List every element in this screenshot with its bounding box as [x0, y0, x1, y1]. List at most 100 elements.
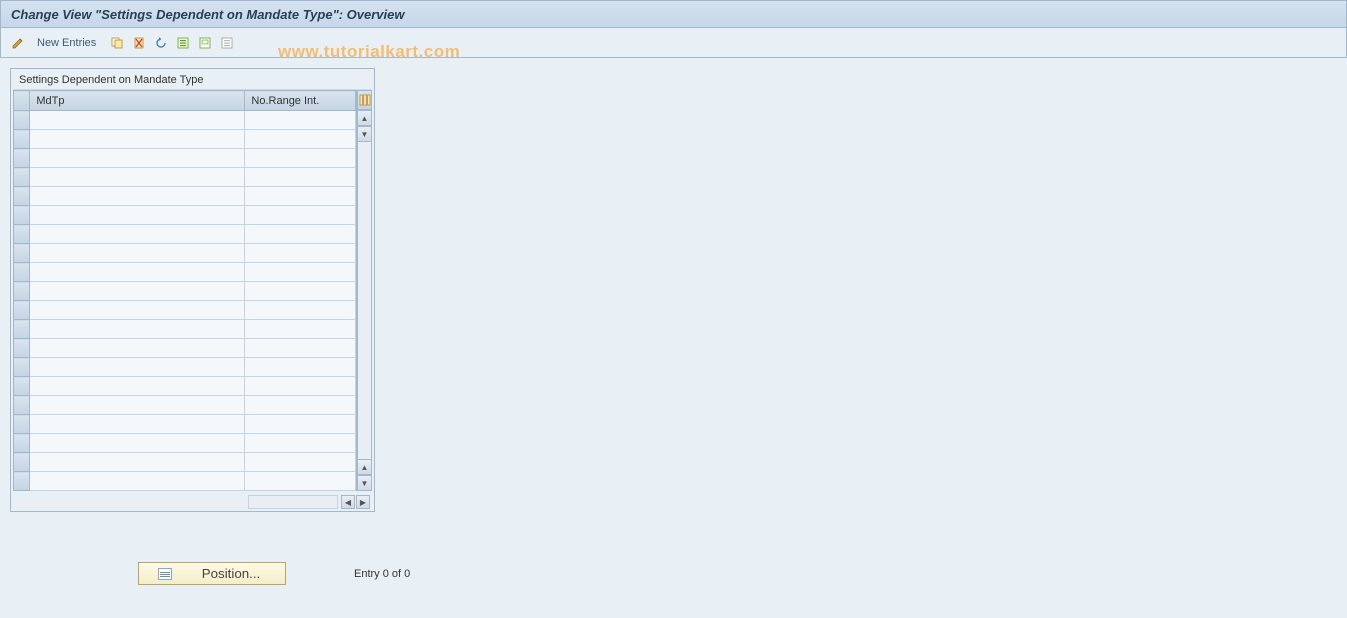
cell-range[interactable] — [245, 453, 356, 472]
cell-mdtp[interactable] — [30, 206, 245, 225]
cell-range[interactable] — [245, 244, 356, 263]
cell-range[interactable] — [245, 377, 356, 396]
table-row[interactable] — [14, 282, 356, 301]
cell-range[interactable] — [245, 320, 356, 339]
cell-range[interactable] — [245, 130, 356, 149]
cell-mdtp[interactable] — [30, 358, 245, 377]
cell-mdtp[interactable] — [30, 396, 245, 415]
cell-mdtp[interactable] — [30, 168, 245, 187]
select-block-icon[interactable] — [196, 34, 214, 52]
row-selector[interactable] — [14, 244, 30, 263]
table-row[interactable] — [14, 149, 356, 168]
row-selector[interactable] — [14, 130, 30, 149]
scroll-up2-icon[interactable]: ▲ — [357, 459, 372, 475]
cell-mdtp[interactable] — [30, 149, 245, 168]
row-selector[interactable] — [14, 434, 30, 453]
copy-as-icon[interactable] — [108, 34, 126, 52]
cell-range[interactable] — [245, 149, 356, 168]
row-selector[interactable] — [14, 149, 30, 168]
cell-range[interactable] — [245, 111, 356, 130]
table-row[interactable] — [14, 415, 356, 434]
row-selector[interactable] — [14, 225, 30, 244]
cell-mdtp[interactable] — [30, 339, 245, 358]
cell-range[interactable] — [245, 434, 356, 453]
table-row[interactable] — [14, 472, 356, 491]
row-selector[interactable] — [14, 453, 30, 472]
table-row[interactable] — [14, 453, 356, 472]
row-selector[interactable] — [14, 377, 30, 396]
undo-icon[interactable] — [152, 34, 170, 52]
select-all-icon[interactable] — [174, 34, 192, 52]
table-row[interactable] — [14, 130, 356, 149]
cell-range[interactable] — [245, 282, 356, 301]
row-selector[interactable] — [14, 206, 30, 225]
cell-mdtp[interactable] — [30, 415, 245, 434]
cell-range[interactable] — [245, 339, 356, 358]
row-selector[interactable] — [14, 339, 30, 358]
cell-mdtp[interactable] — [30, 187, 245, 206]
table-row[interactable] — [14, 320, 356, 339]
scroll-right-icon[interactable]: ▶ — [356, 495, 370, 509]
row-selector[interactable] — [14, 396, 30, 415]
cell-mdtp[interactable] — [30, 472, 245, 491]
row-selector[interactable] — [14, 187, 30, 206]
hscroll-track[interactable] — [248, 495, 338, 509]
scroll-up-icon[interactable]: ▲ — [357, 110, 372, 126]
cell-range[interactable] — [245, 168, 356, 187]
cell-mdtp[interactable] — [30, 377, 245, 396]
cell-mdtp[interactable] — [30, 282, 245, 301]
cell-mdtp[interactable] — [30, 434, 245, 453]
table-row[interactable] — [14, 244, 356, 263]
cell-mdtp[interactable] — [30, 301, 245, 320]
table-row[interactable] — [14, 263, 356, 282]
table-row[interactable] — [14, 225, 356, 244]
table-row[interactable] — [14, 377, 356, 396]
cell-range[interactable] — [245, 301, 356, 320]
table-row[interactable] — [14, 396, 356, 415]
cell-range[interactable] — [245, 187, 356, 206]
cell-range[interactable] — [245, 472, 356, 491]
vertical-scrollbar[interactable]: ▲ ▼ ▲ ▼ — [356, 90, 372, 491]
cell-mdtp[interactable] — [30, 225, 245, 244]
position-button[interactable]: Position... — [138, 562, 286, 585]
table-row[interactable] — [14, 434, 356, 453]
column-header-mdtp[interactable]: MdTp — [30, 91, 245, 111]
row-selector[interactable] — [14, 301, 30, 320]
display-change-toggle-icon[interactable] — [9, 34, 27, 52]
row-selector[interactable] — [14, 282, 30, 301]
row-selector[interactable] — [14, 472, 30, 491]
cell-mdtp[interactable] — [30, 244, 245, 263]
row-selector[interactable] — [14, 415, 30, 434]
table-row[interactable] — [14, 339, 356, 358]
scroll-down2-icon[interactable]: ▼ — [357, 475, 372, 491]
column-header-range[interactable]: No.Range Int. — [245, 91, 356, 111]
cell-range[interactable] — [245, 415, 356, 434]
row-selector[interactable] — [14, 111, 30, 130]
table-row[interactable] — [14, 301, 356, 320]
table-row[interactable] — [14, 187, 356, 206]
cell-mdtp[interactable] — [30, 130, 245, 149]
table-row[interactable] — [14, 206, 356, 225]
cell-mdtp[interactable] — [30, 111, 245, 130]
cell-range[interactable] — [245, 263, 356, 282]
cell-range[interactable] — [245, 225, 356, 244]
deselect-all-icon[interactable] — [218, 34, 236, 52]
row-selector-header[interactable] — [14, 91, 30, 111]
scroll-down-icon[interactable]: ▼ — [357, 126, 372, 142]
table-row[interactable] — [14, 168, 356, 187]
new-entries-button[interactable]: New Entries — [31, 37, 102, 49]
delete-icon[interactable] — [130, 34, 148, 52]
cell-mdtp[interactable] — [30, 453, 245, 472]
cell-mdtp[interactable] — [30, 320, 245, 339]
cell-mdtp[interactable] — [30, 263, 245, 282]
row-selector[interactable] — [14, 358, 30, 377]
cell-range[interactable] — [245, 358, 356, 377]
row-selector[interactable] — [14, 320, 30, 339]
horizontal-scrollbar[interactable]: ◀ ▶ — [13, 491, 372, 509]
table-settings-icon[interactable] — [357, 90, 372, 110]
row-selector[interactable] — [14, 168, 30, 187]
cell-range[interactable] — [245, 206, 356, 225]
cell-range[interactable] — [245, 396, 356, 415]
table-row[interactable] — [14, 111, 356, 130]
row-selector[interactable] — [14, 263, 30, 282]
